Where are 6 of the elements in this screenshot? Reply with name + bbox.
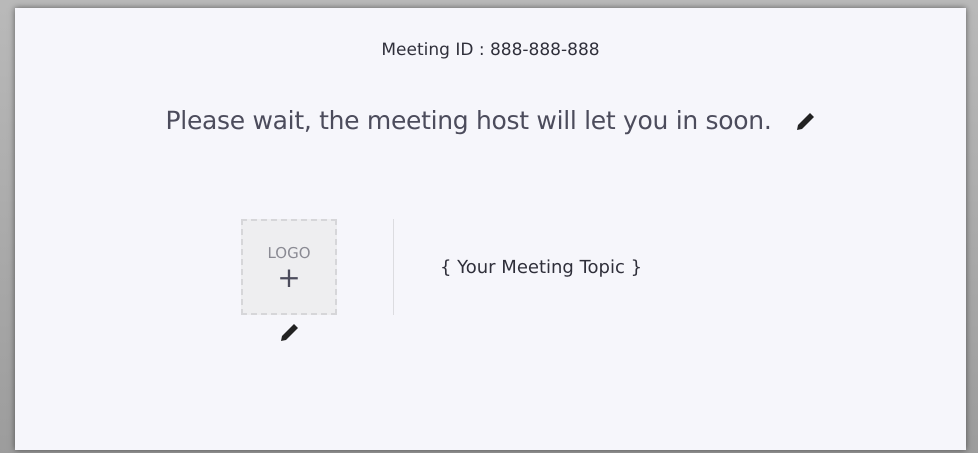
pencil-icon[interactable] bbox=[795, 112, 816, 132]
logo-upload[interactable]: LOGO + bbox=[240, 219, 337, 315]
meeting-id: Meeting ID : 888-888-888 bbox=[381, 40, 600, 60]
waiting-message: Please wait, the meeting host will let you in soon. bbox=[166, 104, 772, 136]
pencil-icon[interactable] bbox=[278, 323, 299, 343]
meeting-topic: { Your Meeting Topic } bbox=[440, 256, 642, 280]
